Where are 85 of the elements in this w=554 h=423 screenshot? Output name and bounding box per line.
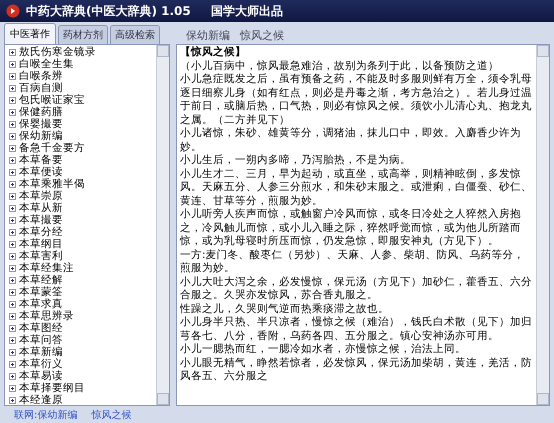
plus-icon[interactable] xyxy=(9,228,16,236)
tree-item[interactable]: 本草思辨录 xyxy=(19,310,74,322)
tree-item[interactable]: 本草易读 xyxy=(19,370,63,382)
paragraph: 小儿生后，一朔内多啼，乃泻胎热，不是为病。 xyxy=(180,154,412,168)
plus-icon[interactable] xyxy=(9,384,16,392)
plus-icon[interactable] xyxy=(9,348,16,356)
tree-item[interactable]: 保健药膳 xyxy=(19,106,63,118)
plus-icon[interactable] xyxy=(9,48,16,56)
section-heading: 【惊风之候】 xyxy=(180,46,247,60)
plus-icon[interactable] xyxy=(9,372,16,380)
window-title: 中药大辞典(中医大辞典) 1.05 xyxy=(26,2,191,20)
paragraph: 一方:麦门冬、酸枣仁（另炒）、天麻、人参、柴胡、防风、乌药等分，煎服为妙。 xyxy=(180,248,526,276)
tree-item[interactable]: 本草蒙筌 xyxy=(19,286,63,298)
plus-icon[interactable] xyxy=(9,156,16,164)
plus-icon[interactable] xyxy=(9,108,16,116)
plus-icon[interactable] xyxy=(9,192,16,200)
breadcrumb-chapter: 惊风之候 xyxy=(240,28,284,42)
plus-icon[interactable] xyxy=(9,300,16,308)
breadcrumb-book: 保幼新编 xyxy=(186,28,230,42)
app-logo-icon xyxy=(6,4,20,18)
paragraph: 小儿眼无精气，睁然若惊者，必发惊风，保元汤加柴胡，黄连，羌活，防风各五、六分服之 xyxy=(180,356,533,384)
tree-item[interactable]: 本草害利 xyxy=(19,250,63,262)
paragraph: 小儿一腮热而红，一腮冷如水者，亦慢惊之候，治法上同。 xyxy=(180,343,467,356)
tab[interactable]: 中医著作 xyxy=(4,23,56,44)
plus-icon[interactable] xyxy=(9,312,16,320)
plus-icon[interactable] xyxy=(9,72,16,80)
tab[interactable]: 药材方剂 xyxy=(58,25,108,44)
plus-icon[interactable] xyxy=(9,84,16,92)
paragraph: 小儿生才二、三月，早为起动，或直坐，或高举，则精神眩倒，多发惊风。天麻五分、人参三分煎水，和朱砂末服之。或泄痢，白僵蚕、砂仁、黄连、甘草等分，煎服为妙。 xyxy=(180,168,533,208)
tree-item[interactable]: 本草乘雅半偈 xyxy=(19,178,85,190)
tree-item[interactable]: 本经逢原 xyxy=(19,394,63,405)
tree-item[interactable]: 本草求真 xyxy=(19,298,63,310)
tree-item[interactable]: 包氏喉证家宝 xyxy=(19,94,85,106)
paragraph: 小儿急症既发之后，虽有预备之药，不能及时多服则鲜有万全，须令乳母逐日细察儿身（如有红点，则必是丹毒之渐，考方急治之）。若儿身过温于前日，或脑后热，口气热，则必有惊风之候。须饮小儿清心丸、抱龙丸之属。（二方并见下） xyxy=(180,73,533,127)
plus-icon[interactable] xyxy=(9,276,16,284)
plus-icon[interactable] xyxy=(9,264,16,272)
paragraph: 小儿诸惊，朱砂、雄黄等分，调猪油，抹儿口中，即效。入麝香少许为妙。 xyxy=(180,127,522,154)
tree-item[interactable]: 本草择要纲目 xyxy=(19,382,85,394)
plus-icon[interactable] xyxy=(9,324,16,332)
tree-item[interactable]: 本草备要 xyxy=(19,154,63,166)
tree-item[interactable]: 保幼新编 xyxy=(19,130,63,142)
plus-icon[interactable] xyxy=(9,132,16,140)
plus-icon[interactable] xyxy=(9,120,16,128)
tree-item[interactable]: 保婴撮要 xyxy=(19,118,63,130)
tree-item[interactable]: 白喉条辨 xyxy=(19,70,63,82)
tree-item[interactable]: 本草从新 xyxy=(19,202,63,214)
plus-icon[interactable] xyxy=(9,60,16,68)
tree-item[interactable]: 本草纲目 xyxy=(19,238,63,250)
tree-item[interactable]: 备急千金要方 xyxy=(19,142,85,154)
plus-icon[interactable] xyxy=(9,168,16,176)
plus-icon[interactable] xyxy=(9,336,16,344)
status-link-label: 联网:保幼新编 xyxy=(14,408,78,422)
tree-item[interactable]: 本草崇原 xyxy=(19,190,63,202)
paragraph: 性躁之儿，久哭则气逆而热乘痰滞之故也。 xyxy=(180,302,390,316)
plus-icon[interactable] xyxy=(9,96,16,104)
paragraph: （小儿百病中，惊风最急难治，故别为条列于此，以备预防之道） xyxy=(180,60,500,73)
tab[interactable]: 高级检索 xyxy=(110,25,160,44)
tree-item[interactable]: 本草衍义 xyxy=(19,358,63,370)
tree-item[interactable]: 敖氏伤寒金镜录 xyxy=(19,46,96,58)
plus-icon[interactable] xyxy=(9,360,16,368)
tree-item[interactable]: 本草分经 xyxy=(19,226,63,238)
paragraph: 小儿身半只热、半只凉者，慢惊之候（难治），钱氏白术散（见下）加归芎各七、八分，香附，乌药各四、五分服之。镇心安神汤亦可用。 xyxy=(180,316,533,343)
tree-item[interactable]: 本草经集注 xyxy=(19,262,74,274)
tree-item[interactable]: 本草便读 xyxy=(19,166,63,178)
tree-item[interactable]: 本草新编 xyxy=(19,346,63,358)
tree-item[interactable]: 本草撮要 xyxy=(19,214,63,226)
tree-item[interactable]: 本草经解 xyxy=(19,274,63,286)
plus-icon[interactable] xyxy=(9,204,16,212)
plus-icon[interactable] xyxy=(9,396,16,404)
publisher-label: 国学大师出品 xyxy=(210,2,283,20)
paragraph: 小儿大吐大泻之余，必发慢惊，保元汤（方见下）加砂仁，藿香五、六分合服之。久哭亦发惊风，苏合香丸服之。 xyxy=(180,276,533,302)
tree-item[interactable]: 本草问答 xyxy=(19,334,63,346)
scrollbar[interactable] xyxy=(536,45,549,405)
tree-item[interactable]: 白喉全生集 xyxy=(19,58,74,70)
plus-icon[interactable] xyxy=(9,252,16,260)
plus-icon[interactable] xyxy=(9,240,16,248)
plus-icon[interactable] xyxy=(9,288,16,296)
plus-icon[interactable] xyxy=(9,180,16,188)
status-chapter: 惊风之候 xyxy=(91,408,132,422)
tree-item[interactable]: 本草图经 xyxy=(19,322,63,334)
scrollbar[interactable] xyxy=(156,45,169,405)
plus-icon[interactable] xyxy=(9,144,16,152)
plus-icon[interactable] xyxy=(9,216,16,224)
paragraph: 小儿听旁人疾声而惊，或触窗户冷风而惊，或冬日冷处之人猝然入房抱之，冷风触儿而惊，或小儿入睡之际，猝然呼觉而惊，或为他儿所踏而惊，或为乳母寝时所压而惊，仍发急惊，即服安神丸（方见下）。 xyxy=(180,208,522,248)
tree-item[interactable]: 百病自测 xyxy=(19,82,63,94)
